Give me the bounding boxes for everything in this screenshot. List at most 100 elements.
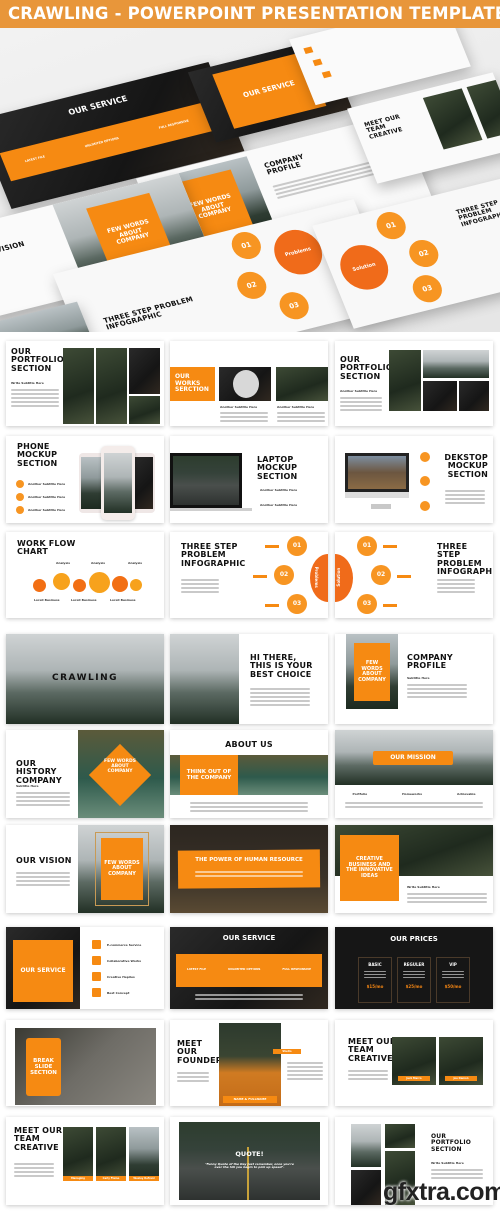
company-box: FEW WORDS ABOUT COMPANY bbox=[354, 643, 390, 701]
slide-hi-there[interactable]: HI THERE, THIS IS YOUR BEST CHOICE bbox=[170, 634, 328, 724]
slide-history[interactable]: OUR HISTORY COMPANY Subtitle Here FEW WO… bbox=[6, 730, 164, 818]
step-circle: 01 bbox=[287, 536, 307, 556]
service-item-icon bbox=[92, 988, 101, 997]
member-photo bbox=[96, 1127, 126, 1181]
plan-name: BASIC bbox=[368, 962, 382, 967]
mission-col: Portfolio bbox=[352, 792, 368, 796]
step-circle: 02 bbox=[371, 565, 391, 585]
member-name: Managing bbox=[63, 1176, 93, 1181]
slide-service-banner[interactable]: OUR SERVICE LATEST FILE UNLIMITED OPTION… bbox=[170, 927, 328, 1009]
works-caption: Another Subtitle Here bbox=[277, 405, 315, 409]
slide-subtitle: Write Subtitle Here bbox=[11, 381, 44, 385]
slide-portfolio-1[interactable]: OUR PORTFOLIO SECTION Write Subtitle Her… bbox=[6, 341, 164, 426]
slide-title: THE POWER OF HUMAN RESOURCE bbox=[195, 857, 303, 863]
plan-price: $25/mo bbox=[405, 984, 423, 990]
price-card[interactable]: VIP $50/mo bbox=[436, 957, 470, 1003]
slide-laptop-mockup[interactable]: LAPTOP MOCKUP SECTION Another Subtitle H… bbox=[170, 436, 328, 523]
slide-crawling-cover[interactable]: CRAWLING bbox=[6, 634, 164, 724]
slide-title: ABOUT US bbox=[225, 740, 273, 749]
laptop-item: Another Subtitle Here bbox=[260, 488, 298, 492]
hex-icon bbox=[420, 452, 430, 462]
works-title: OUR WORKS SERCTION bbox=[170, 367, 215, 401]
hero-vision-title: OUR VISION bbox=[0, 239, 26, 259]
slide-title: OUR HISTORY COMPANY bbox=[16, 759, 62, 785]
service-item-icon bbox=[92, 940, 101, 949]
slide-subtitle: Subtitle Here bbox=[407, 676, 430, 680]
hero-step: 03 bbox=[275, 289, 314, 323]
portfolio-photo bbox=[129, 348, 160, 394]
step-circle: 02 bbox=[274, 565, 294, 585]
works-photo bbox=[276, 367, 328, 401]
slide-team-3col[interactable]: MEET OUR TEAM CREATIVE Managing Carly Fl… bbox=[6, 1117, 164, 1205]
slide-title: MEET OUR TEAM CREATIVE bbox=[348, 1037, 397, 1063]
history-box: FEW WORDS ABOUT COMPANY bbox=[104, 759, 136, 774]
slide-works[interactable]: OUR WORKS SERCTION Another Subtitle Here… bbox=[170, 341, 328, 426]
service-col: UNLIMITED OPTIONS bbox=[227, 967, 261, 971]
vision-box: FEW WORDS ABOUT COMPANY bbox=[101, 838, 143, 900]
slide-creative[interactable]: CREATIVE BUSINESS AND THE INNOVATIVE IDE… bbox=[335, 825, 493, 913]
laptop-item: Another Subtitle Here bbox=[260, 503, 298, 507]
portfolio-photo bbox=[129, 396, 160, 424]
member-name: Carly Flame bbox=[96, 1176, 126, 1181]
step-circle: 03 bbox=[357, 594, 377, 614]
slide-about-us[interactable]: ABOUT US THINK OUT OF THE COMPANY bbox=[170, 730, 328, 818]
slide-title: OUR PORTFOLIO SECTION bbox=[431, 1133, 472, 1153]
slide-break[interactable]: BREAK SLIDE SECTION bbox=[6, 1020, 164, 1106]
slide-company-profile[interactable]: FEW WORDS ABOUT COMPANY COMPANY PROFILE … bbox=[335, 634, 493, 724]
portfolio-photo bbox=[96, 348, 127, 424]
slide-desktop-mockup[interactable]: DEKSTOP MOCKUP SECTION bbox=[335, 436, 493, 523]
founder-photo bbox=[219, 1023, 281, 1106]
page-banner-title: CRAWLING - POWERPOINT PRESENTATION TEMPL… bbox=[0, 0, 500, 28]
slide-title: OUR VISION bbox=[16, 856, 72, 865]
hero-service-col: FULL RESPONSIVE bbox=[158, 118, 190, 131]
slide-founder[interactable]: MEET OUR FOUNDER Studio NAME & FULLNAME bbox=[170, 1020, 328, 1106]
slide-subtitle: Write Subtitle Here bbox=[407, 885, 440, 889]
slide-subtitle: Write Subtitle Here bbox=[431, 1161, 464, 1165]
hero-service-col: LATEST FILE bbox=[24, 154, 46, 164]
works-photo bbox=[219, 367, 271, 401]
hero-threestep-right-title: THREE STEP PROBLEM INFOGRAPHIC bbox=[455, 199, 500, 228]
hero-step: 01 bbox=[372, 209, 411, 243]
slide-prices[interactable]: OUR PRICES BASIC $15/mo REGULER $25/mo V… bbox=[335, 927, 493, 1009]
slide-power[interactable]: THE POWER OF HUMAN RESOURCE bbox=[170, 825, 328, 913]
slide-team-2col[interactable]: MEET OUR TEAM CREATIVE Jack Marco Joe Da… bbox=[335, 1020, 493, 1106]
slide-title: OUR PRICES bbox=[390, 935, 438, 943]
founder-name: NAME & FULLNAME bbox=[223, 1096, 277, 1103]
slide-title: LAPTOP MOCKUP SECTION bbox=[257, 455, 298, 481]
hero-step: 01 bbox=[227, 229, 266, 262]
slide-workflow[interactable]: WORK FLOW CHART Analysis Analysis Analys… bbox=[6, 532, 164, 618]
workflow-node bbox=[33, 579, 46, 592]
price-card[interactable]: BASIC $15/mo bbox=[358, 957, 392, 1003]
founder-tag: Studio bbox=[273, 1049, 301, 1054]
slide-quote[interactable]: QUOTE! "Funny Quote of the Day Just reme… bbox=[170, 1117, 328, 1205]
service-col: FULL RESPONSIVE bbox=[282, 967, 312, 971]
workflow-node bbox=[112, 576, 128, 592]
laptop-mockup bbox=[170, 453, 242, 508]
hero-hub-solution: Solution bbox=[333, 240, 396, 295]
quote-photo bbox=[179, 1122, 320, 1200]
slide-service-list[interactable]: OUR SERVICE E-commerce Service Collabora… bbox=[6, 927, 164, 1009]
slide-threestep-solution[interactable]: Solution 01 02 03 THREE STEP PROBLEM INF… bbox=[335, 532, 493, 618]
slide-phone-mockup[interactable]: PHONE MOCKUP SECTION Another Subtitle He… bbox=[6, 436, 164, 523]
workflow-label: Analysis bbox=[91, 561, 106, 565]
phone-item: Another Subtitle Here bbox=[28, 495, 66, 499]
price-card[interactable]: REGULER $25/mo bbox=[397, 957, 431, 1003]
slide-portfolio-2[interactable]: OUR PORTFOLIO SECTION Another Subtitle H… bbox=[335, 341, 493, 426]
hub-label: Solution bbox=[336, 567, 342, 587]
slide-subtitle: Another Subtitle Here bbox=[340, 389, 378, 393]
portfolio-photo bbox=[63, 348, 94, 424]
slide-title: DEKSTOP MOCKUP SECTION bbox=[444, 453, 488, 479]
slide-subtitle: Subtitle Here bbox=[16, 784, 39, 788]
phone-item: Another Subtitle Here bbox=[28, 508, 66, 512]
slide-title: COMPANY PROFILE bbox=[407, 653, 453, 671]
slide-mission[interactable]: OUR MISSION Portfolio Homeworks Achievab… bbox=[335, 730, 493, 818]
workflow-label: Lorell Business bbox=[71, 598, 97, 602]
slide-title: MEET OUR FOUNDER bbox=[177, 1039, 223, 1065]
slide-vision[interactable]: OUR VISION FEW WORDS ABOUT COMPANY bbox=[6, 825, 164, 913]
break-box: BREAK SLIDE SECTION bbox=[26, 1038, 61, 1096]
phone-mockup bbox=[101, 446, 135, 520]
hex-icon bbox=[420, 476, 430, 486]
cover-title: CRAWLING bbox=[51, 673, 119, 683]
desktop-mockup bbox=[345, 453, 409, 498]
slide-threestep-problems[interactable]: THREE STEP PROBLEM INFOGRAPHIC Problems … bbox=[170, 532, 328, 618]
